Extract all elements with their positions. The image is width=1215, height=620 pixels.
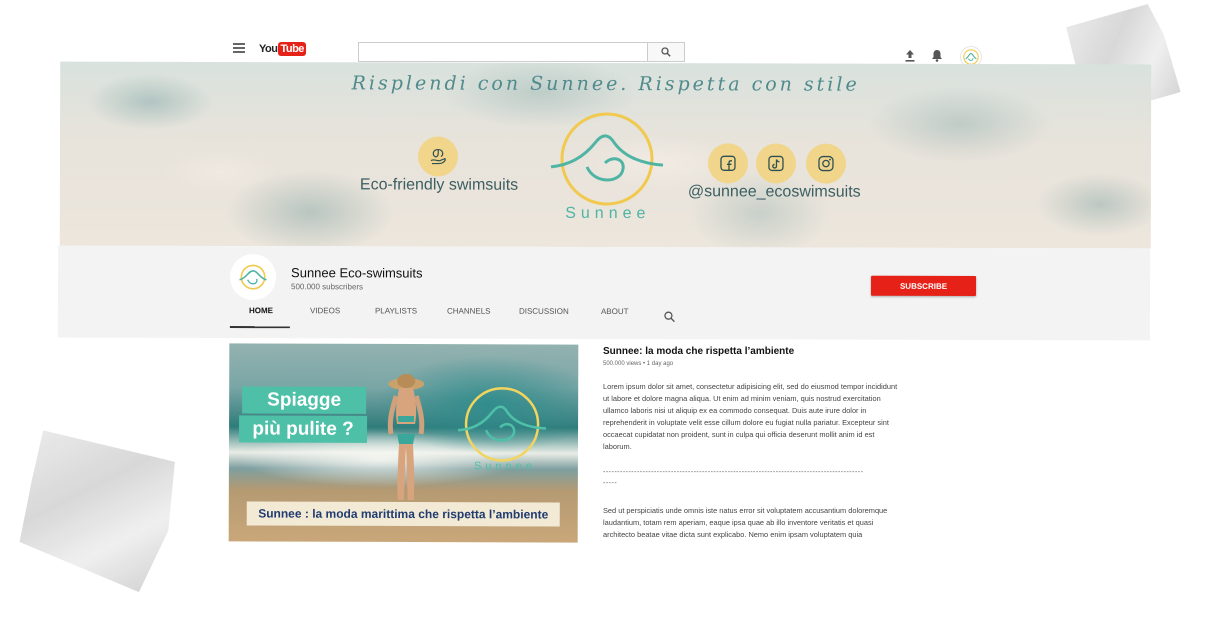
woman-in-swimsuit-figure bbox=[387, 374, 425, 501]
thumbnail-logo-word: Sunnee bbox=[473, 460, 536, 473]
thumbnail-caption: Sunnee : la moda marittima che rispetta … bbox=[246, 501, 560, 527]
leaf-hand-icon bbox=[430, 148, 446, 165]
tiktok-icon bbox=[768, 155, 784, 172]
banner-slogan: Risplendi con Sunnee. Rispetta con stile bbox=[351, 72, 860, 96]
sunnee-logo-icon bbox=[239, 264, 267, 290]
youtube-logo[interactable]: You Tube bbox=[259, 41, 306, 57]
facebook-badge[interactable] bbox=[707, 143, 749, 184]
active-tab-underline bbox=[229, 326, 290, 329]
logo-tube-text: Tube bbox=[278, 42, 306, 56]
upload-icon[interactable] bbox=[905, 50, 915, 62]
channel-header: Sunnee Eco-swimsuits 500.000 subscribers… bbox=[57, 245, 1151, 341]
divider-tail: ----- bbox=[603, 480, 618, 487]
video-description-continued: Sed ut perspiciatis unde omnis iste natu… bbox=[603, 506, 888, 539]
featured-video-thumbnail[interactable]: Spiagge più pulite ? Sunnee Sunnee : la … bbox=[228, 343, 579, 543]
thumbnail-tag-line2: più pulite ? bbox=[239, 415, 368, 443]
menu-icon[interactable] bbox=[233, 43, 245, 53]
tab-home[interactable]: HOME bbox=[249, 306, 273, 328]
video-title[interactable]: Sunnee: la moda che rispetta l’ambiente bbox=[603, 346, 903, 357]
subscribe-button[interactable]: SUBSCRIBE bbox=[870, 275, 977, 296]
description-divider: ----------------------------------------… bbox=[603, 467, 903, 489]
tab-about[interactable]: ABOUT bbox=[601, 307, 629, 329]
logo-you-text: You bbox=[259, 43, 278, 55]
video-meta: 500.000 views • 1 day ago bbox=[603, 361, 674, 367]
featured-video-info: Sunnee: la moda che rispetta l’ambiente … bbox=[603, 346, 903, 541]
youtube-top-bar: You Tube bbox=[222, 36, 992, 68]
eco-badge bbox=[417, 136, 459, 177]
tab-playlists[interactable]: PLAYLISTS bbox=[375, 306, 417, 328]
search-button[interactable] bbox=[648, 42, 685, 62]
instagram-icon bbox=[818, 155, 834, 172]
search-icon bbox=[661, 47, 671, 57]
channel-avatar[interactable] bbox=[229, 254, 277, 301]
facebook-icon bbox=[720, 155, 736, 171]
thumbnail-tag-line1: Spiagge bbox=[242, 386, 367, 414]
tab-discussion[interactable]: DISCUSSION bbox=[519, 307, 569, 329]
channel-search-icon[interactable] bbox=[664, 311, 675, 323]
divider-line: ----------------------------------------… bbox=[603, 469, 864, 476]
search-input[interactable] bbox=[358, 42, 648, 62]
social-handle[interactable]: @sunnee_ecoswimsuits bbox=[688, 183, 861, 201]
tiktok-badge[interactable] bbox=[755, 143, 797, 184]
decorative-tape-bottom-left bbox=[5, 420, 189, 595]
bell-icon[interactable] bbox=[931, 49, 943, 62]
subscriber-count: 500.000 subscribers bbox=[291, 282, 364, 292]
tab-videos[interactable]: VIDEOS bbox=[310, 306, 340, 328]
channel-name[interactable]: Sunnee Eco-swimsuits bbox=[291, 265, 423, 280]
instagram-badge[interactable] bbox=[805, 143, 847, 184]
banner-logo-word: Sunnee bbox=[565, 204, 651, 223]
tab-channels[interactable]: CHANNELS bbox=[447, 307, 491, 329]
video-description: Lorem ipsum dolor sit amet, consectetur … bbox=[603, 382, 898, 451]
channel-banner: Risplendi con Sunnee. Rispetta con stile… bbox=[59, 61, 1152, 249]
eco-friendly-text: Eco-friendly swimsuits bbox=[359, 176, 519, 194]
